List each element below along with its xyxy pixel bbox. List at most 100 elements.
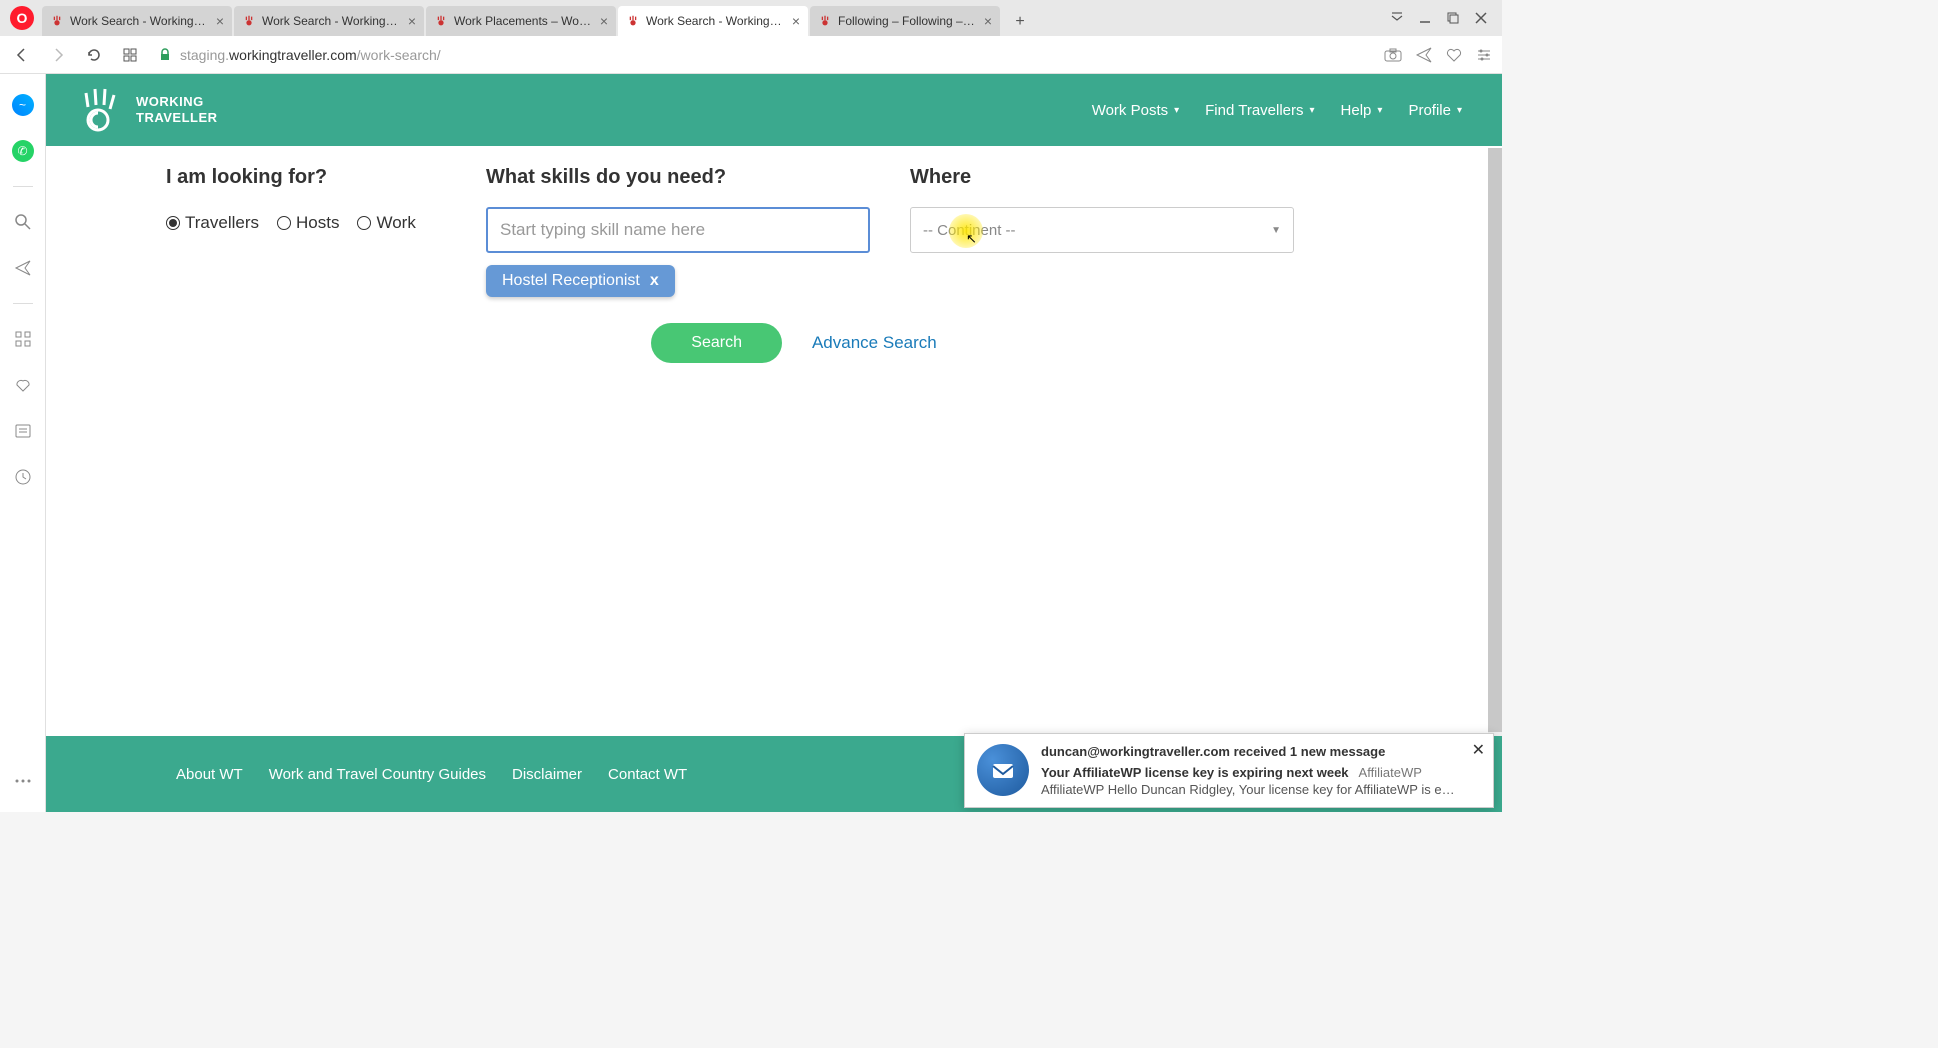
browser-tab[interactable]: Following – Following – Jo × xyxy=(810,6,1000,36)
nav-help[interactable]: Help▾ xyxy=(1341,102,1383,119)
toast-close-button[interactable]: ✕ xyxy=(1472,740,1485,760)
camera-icon[interactable] xyxy=(1384,47,1402,63)
action-row: Search Advance Search xyxy=(46,323,1502,363)
logo-text-line2: TRAVELLER xyxy=(136,110,218,126)
main-nav: Work Posts▾ Find Travellers▾ Help▾ Profi… xyxy=(1092,102,1462,119)
skills-label: What skills do you need? xyxy=(486,166,870,189)
browser-tab[interactable]: Work Placements – Work P × xyxy=(426,6,616,36)
looking-for-label: I am looking for? xyxy=(166,166,446,189)
url-field[interactable]: staging.workingtraveller.com/work-search… xyxy=(154,47,1372,63)
tab-close-icon[interactable]: × xyxy=(404,13,420,29)
browser-tab-active[interactable]: Work Search - Working Tra × xyxy=(618,6,808,36)
easy-setup-icon[interactable] xyxy=(1476,47,1492,63)
radio-hosts[interactable]: Hosts xyxy=(277,213,339,233)
toast-message: AffiliateWP Hello Duncan Ridgley, Your l… xyxy=(1041,782,1461,797)
tab-title: Work Placements – Work P xyxy=(454,14,592,28)
page-content: WORKING TRAVELLER Work Posts▾ Find Trave… xyxy=(46,74,1502,812)
close-window-button[interactable] xyxy=(1474,11,1488,25)
opera-sidebar: ~ ✆ xyxy=(0,74,46,812)
tab-title: Work Search - Working Tra xyxy=(70,14,208,28)
site-header: WORKING TRAVELLER Work Posts▾ Find Trave… xyxy=(46,74,1502,146)
chevron-down-icon: ▾ xyxy=(1174,105,1179,116)
news-icon[interactable] xyxy=(12,420,34,442)
logo-hand-icon xyxy=(76,85,126,135)
grid-icon[interactable] xyxy=(12,328,34,350)
thunderbird-icon xyxy=(977,744,1029,796)
site-logo[interactable]: WORKING TRAVELLER xyxy=(76,85,218,135)
browser-tab[interactable]: Work Search - Working Tra × xyxy=(234,6,424,36)
toast-subject: Your AffiliateWP license key is expiring… xyxy=(1041,765,1349,780)
opera-logo-icon: O xyxy=(10,6,34,30)
bookmarks-heart-icon[interactable] xyxy=(12,374,34,396)
chevron-down-icon: ▾ xyxy=(1457,105,1462,116)
add-tab-button[interactable]: + xyxy=(1006,8,1034,36)
tab-menu-icon[interactable] xyxy=(1390,11,1404,25)
forward-button[interactable] xyxy=(46,43,70,67)
skill-tag-remove[interactable]: x xyxy=(650,272,659,290)
browser-titlebar: O Work Search - Working Tra × Work Searc… xyxy=(0,0,1502,36)
logo-text-line1: WORKING xyxy=(136,94,218,110)
radio-icon xyxy=(277,216,291,230)
back-button[interactable] xyxy=(10,43,34,67)
chevron-down-icon: ▼ xyxy=(1271,225,1281,236)
favicon-icon xyxy=(434,14,448,28)
tab-title: Following – Following – Jo xyxy=(838,14,976,28)
favicon-icon xyxy=(50,14,64,28)
minimize-button[interactable] xyxy=(1418,11,1432,25)
where-label: Where xyxy=(910,166,1294,189)
url-text: staging.workingtraveller.com/work-search… xyxy=(180,47,441,63)
footer-link-contact[interactable]: Contact WT xyxy=(608,766,687,783)
toast-title: duncan@workingtraveller.com received 1 n… xyxy=(1041,744,1481,759)
messenger-icon[interactable]: ~ xyxy=(12,94,34,116)
search-form: I am looking for? Travellers Hosts Work … xyxy=(46,146,1502,327)
tab-close-icon[interactable]: × xyxy=(212,13,228,29)
looking-for-radios: Travellers Hosts Work xyxy=(166,207,446,233)
address-bar: staging.workingtraveller.com/work-search… xyxy=(0,36,1502,74)
whatsapp-icon[interactable]: ✆ xyxy=(12,140,34,162)
browser-tab[interactable]: Work Search - Working Tra × xyxy=(42,6,232,36)
skills-input[interactable] xyxy=(486,207,870,253)
more-icon[interactable] xyxy=(12,770,34,792)
footer-link-about[interactable]: About WT xyxy=(176,766,243,783)
speed-dial-icon[interactable] xyxy=(118,43,142,67)
search-icon[interactable] xyxy=(12,211,34,233)
lock-icon xyxy=(158,48,172,62)
nav-find-travellers[interactable]: Find Travellers▾ xyxy=(1205,102,1314,119)
history-icon[interactable] xyxy=(12,466,34,488)
tab-title: Work Search - Working Tra xyxy=(262,14,400,28)
nav-profile[interactable]: Profile▾ xyxy=(1408,102,1462,119)
skill-tag-label: Hostel Receptionist xyxy=(502,272,640,290)
radio-travellers[interactable]: Travellers xyxy=(166,213,259,233)
radio-icon xyxy=(166,216,180,230)
favicon-icon xyxy=(626,14,640,28)
heart-icon[interactable] xyxy=(1446,47,1462,63)
favicon-icon xyxy=(818,14,832,28)
browser-tabs: Work Search - Working Tra × Work Search … xyxy=(42,0,1382,36)
chevron-down-icon: ▾ xyxy=(1310,105,1315,116)
nav-work-posts[interactable]: Work Posts▾ xyxy=(1092,102,1179,119)
tab-close-icon[interactable]: × xyxy=(788,13,804,29)
continent-value: -- Continent -- xyxy=(923,222,1016,239)
reload-button[interactable] xyxy=(82,43,106,67)
footer-link-disclaimer[interactable]: Disclaimer xyxy=(512,766,582,783)
chevron-down-icon: ▾ xyxy=(1377,105,1382,116)
advance-search-link[interactable]: Advance Search xyxy=(812,333,937,353)
tab-title: Work Search - Working Tra xyxy=(646,14,784,28)
tab-close-icon[interactable]: × xyxy=(980,13,996,29)
radio-icon xyxy=(357,216,371,230)
skill-tag: Hostel Receptionist x xyxy=(486,265,675,297)
instant-search-icon[interactable] xyxy=(12,257,34,279)
continent-select[interactable]: -- Continent -- ▼ ↖ xyxy=(910,207,1294,253)
separator xyxy=(13,186,33,187)
toast-app: AffiliateWP xyxy=(1359,765,1422,780)
maximize-button[interactable] xyxy=(1446,11,1460,25)
footer-link-guides[interactable]: Work and Travel Country Guides xyxy=(269,766,486,783)
notification-toast[interactable]: duncan@workingtraveller.com received 1 n… xyxy=(964,733,1494,808)
search-button[interactable]: Search xyxy=(651,323,782,363)
tab-close-icon[interactable]: × xyxy=(596,13,612,29)
send-icon[interactable] xyxy=(1416,47,1432,63)
vertical-scrollbar[interactable] xyxy=(1488,148,1502,812)
separator xyxy=(13,303,33,304)
radio-work[interactable]: Work xyxy=(357,213,415,233)
favicon-icon xyxy=(242,14,256,28)
